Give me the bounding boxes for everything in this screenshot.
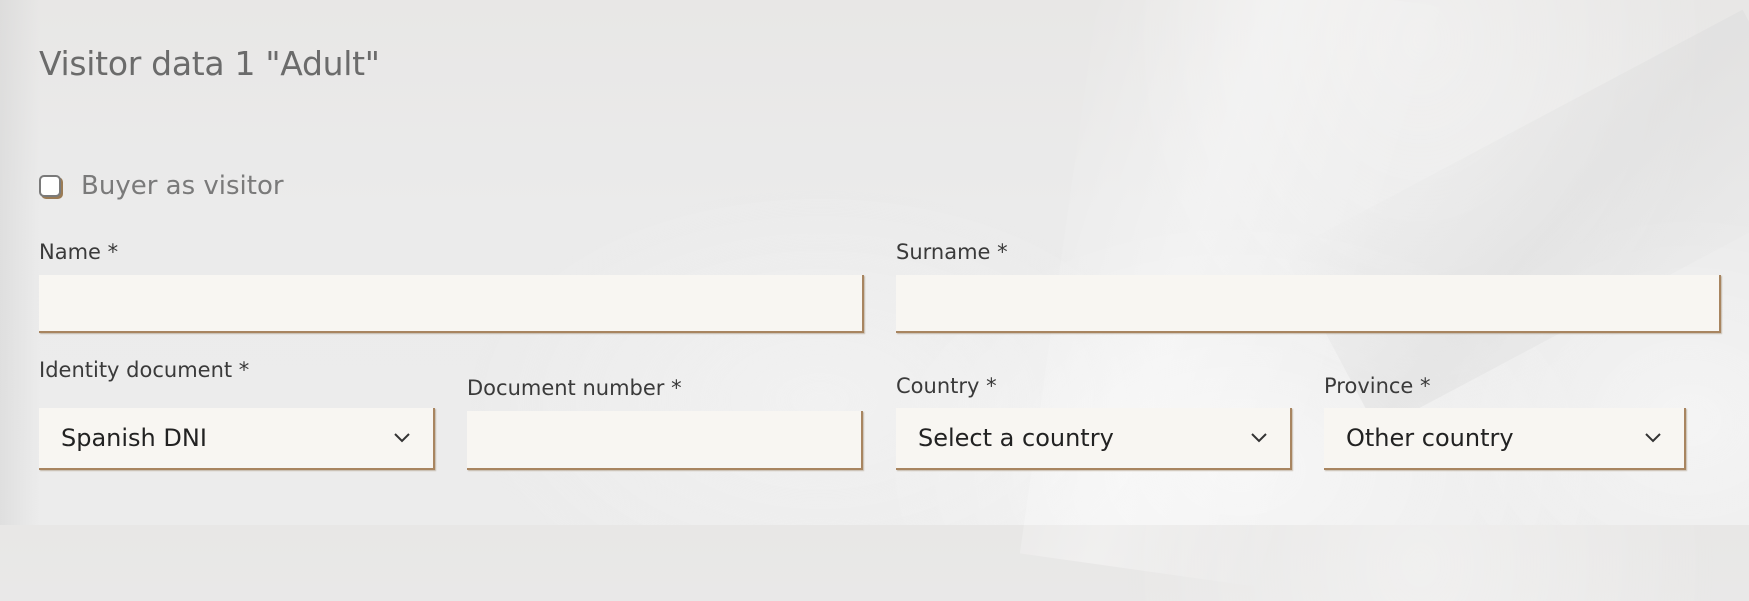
province-label: Province *	[1324, 374, 1431, 398]
form-title: Visitor data 1 "Adult"	[39, 44, 380, 83]
buyer-as-visitor-label[interactable]: Buyer as visitor	[81, 171, 284, 201]
name-label: Name *	[39, 240, 119, 264]
province-value: Other country	[1346, 424, 1514, 452]
name-input[interactable]	[39, 275, 864, 333]
chevron-down-icon	[1644, 429, 1662, 447]
country-label: Country *	[896, 374, 997, 398]
identity-document-label: Identity document *	[39, 358, 250, 382]
document-number-label: Document number *	[467, 376, 682, 400]
country-value: Select a country	[918, 424, 1114, 452]
buyer-as-visitor-checkbox[interactable]	[39, 175, 61, 197]
chevron-down-icon	[1250, 429, 1268, 447]
identity-document-select[interactable]: Spanish DNI	[39, 408, 435, 470]
country-select[interactable]: Select a country	[896, 408, 1292, 470]
background-edge-shade	[0, 0, 40, 525]
chevron-down-icon	[393, 429, 411, 447]
identity-document-value: Spanish DNI	[61, 424, 207, 452]
document-number-input[interactable]	[467, 411, 863, 470]
background-fold-shadow	[1283, 9, 1749, 431]
buyer-as-visitor-option[interactable]: Buyer as visitor	[39, 171, 284, 201]
province-select[interactable]: Other country	[1324, 408, 1686, 470]
surname-input[interactable]	[896, 275, 1721, 333]
surname-label: Surname *	[896, 240, 1008, 264]
